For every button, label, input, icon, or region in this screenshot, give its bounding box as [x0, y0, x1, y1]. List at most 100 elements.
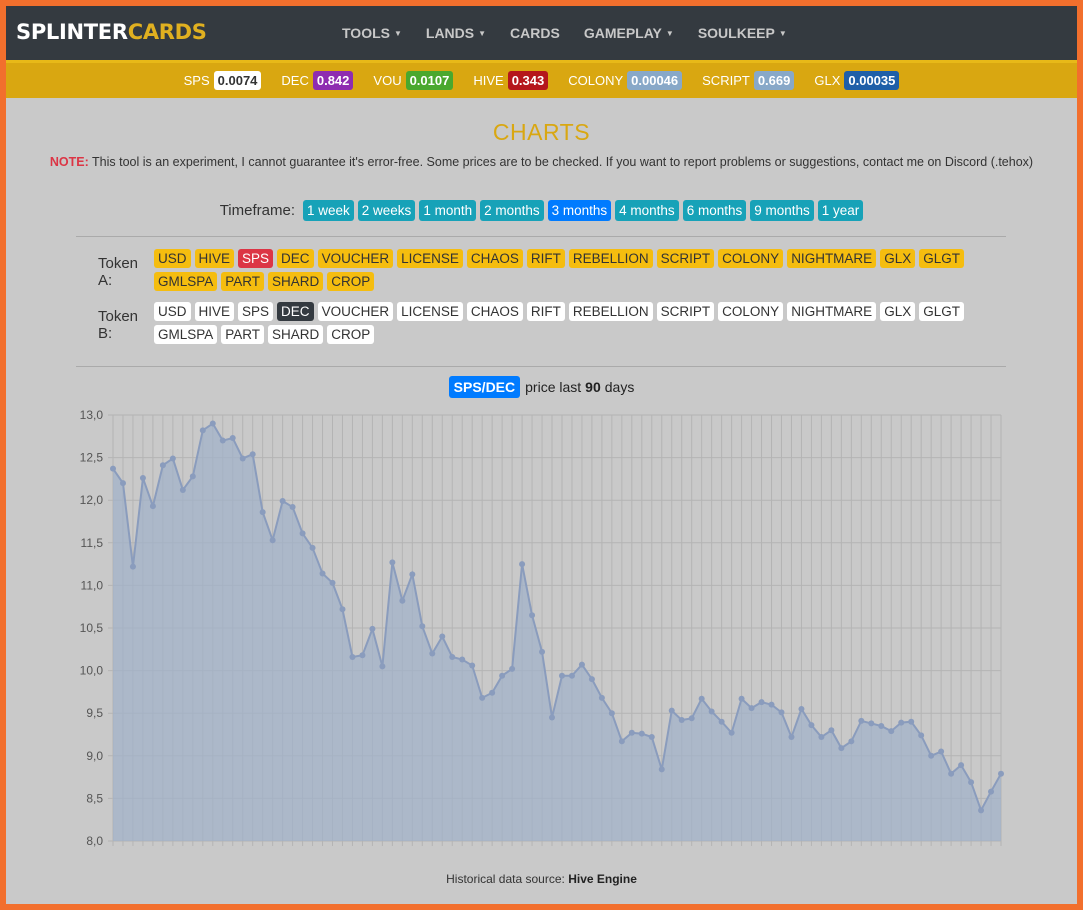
token-a-rebellion-button[interactable]: REBELLION: [568, 249, 653, 268]
token-a-colony-button[interactable]: COLONY: [718, 249, 784, 268]
chart-title-mid: price last: [525, 379, 582, 395]
ticker-vou: VOU 0.0107: [373, 71, 454, 90]
token-b-rebellion-button[interactable]: REBELLION: [568, 302, 653, 321]
data-point: [698, 695, 705, 702]
token-b-voucher-button[interactable]: VOUCHER: [317, 302, 394, 321]
token-b-gmlspa-button[interactable]: GMLSPA: [154, 325, 218, 344]
brand-logo[interactable]: SPLINTERCARDS: [16, 20, 207, 44]
token-a-crop-button[interactable]: CROP: [327, 272, 375, 291]
data-point: [958, 762, 965, 769]
ticker-value: 0.669: [753, 71, 795, 90]
token-b-hive-button[interactable]: HIVE: [194, 302, 235, 321]
data-point: [399, 597, 406, 604]
token-a-shard-button[interactable]: SHARD: [268, 272, 324, 291]
caret-down-icon: ▼: [393, 28, 402, 38]
token-a-part-button[interactable]: PART: [221, 272, 265, 291]
nav-gameplay[interactable]: GAMEPLAY ▼: [584, 25, 674, 41]
token-a-license-button[interactable]: LICENSE: [397, 249, 463, 268]
data-point: [549, 714, 556, 721]
y-tick-label: 13,0: [80, 408, 104, 422]
data-point: [588, 676, 595, 683]
token-b-shard-button[interactable]: SHARD: [268, 325, 324, 344]
data-point: [129, 563, 136, 570]
token-a-glgt-button[interactable]: GLGT: [919, 249, 964, 268]
data-point: [788, 734, 795, 741]
token-b-part-button[interactable]: PART: [221, 325, 265, 344]
ticker-value: 0.0107: [405, 71, 454, 90]
token-a-usd-button[interactable]: USD: [154, 249, 191, 268]
token-b-dec-button[interactable]: DEC: [277, 302, 314, 321]
token-a-gmlspa-button[interactable]: GMLSPA: [154, 272, 218, 291]
token-b-glgt-button[interactable]: GLGT: [919, 302, 964, 321]
data-point: [868, 720, 875, 727]
timeframe-label: Timeframe:: [219, 202, 295, 219]
data-point: [728, 729, 735, 736]
token-a-chaos-button[interactable]: CHAOS: [466, 249, 523, 268]
token-a-glx-button[interactable]: GLX: [880, 249, 916, 268]
data-point: [159, 462, 166, 469]
caret-down-icon: ▼: [665, 28, 674, 38]
timeframe-6-months-button[interactable]: 6 months: [682, 200, 747, 221]
data-point: [618, 738, 625, 745]
price-area: [113, 423, 1001, 841]
token-b-script-button[interactable]: SCRIPT: [656, 302, 715, 321]
data-point: [648, 734, 655, 741]
data-point: [828, 727, 835, 734]
token-b-colony-button[interactable]: COLONY: [718, 302, 784, 321]
data-point: [189, 473, 196, 480]
data-point: [289, 504, 296, 511]
data-point: [169, 455, 176, 462]
data-point: [219, 437, 226, 444]
data-point: [718, 718, 725, 725]
timeframe-3-months-button[interactable]: 3 months: [547, 200, 612, 221]
token-a-voucher-button[interactable]: VOUCHER: [317, 249, 394, 268]
token-a-sps-button[interactable]: SPS: [238, 249, 274, 268]
data-point: [239, 455, 246, 462]
data-point: [329, 579, 336, 586]
token-b-usd-button[interactable]: USD: [154, 302, 191, 321]
data-point: [110, 465, 116, 472]
token-b-chaos-button[interactable]: CHAOS: [466, 302, 523, 321]
token-a-nightmare-button[interactable]: NIGHTMARE: [787, 249, 877, 268]
data-point: [259, 509, 266, 516]
token-a-dec-button[interactable]: DEC: [277, 249, 314, 268]
token-a-script-button[interactable]: SCRIPT: [656, 249, 715, 268]
ticker-value: 0.842: [312, 71, 354, 90]
nav-lands[interactable]: LANDS ▼: [426, 25, 486, 41]
price-chart[interactable]: 13,0 12,5 12,0 11,5 11,0 10,5 10,0 9,5 9,0 8,5 8,0: [6, 401, 1077, 856]
data-point: [279, 498, 286, 505]
data-point: [529, 612, 536, 619]
timeframe-2-months-button[interactable]: 2 months: [480, 200, 544, 221]
token-b-label: Token B:: [98, 308, 139, 342]
nav-soulkeep[interactable]: SOULKEEP ▼: [698, 25, 787, 41]
token-b-crop-button[interactable]: CROP: [327, 325, 375, 344]
y-tick-label: 8,0: [86, 834, 103, 848]
nav-tools[interactable]: TOOLS ▼: [342, 25, 402, 41]
data-point: [568, 672, 575, 679]
data-point: [888, 728, 895, 735]
timeframe-1-month-button[interactable]: 1 month: [419, 200, 477, 221]
nav-menu: TOOLS ▼ LANDS ▼ CARDS GAMEPLAY ▼ SOULKEEP ▼: [342, 6, 811, 60]
timeframe-9-months-button[interactable]: 9 months: [750, 200, 814, 221]
token-b-rift-button[interactable]: RIFT: [526, 302, 565, 321]
data-point: [918, 732, 925, 739]
timeframe-4-months-button[interactable]: 4 months: [615, 200, 679, 221]
data-point: [199, 427, 206, 434]
nav-cards[interactable]: CARDS: [510, 25, 560, 41]
data-point: [758, 699, 765, 706]
data-point: [858, 717, 865, 724]
token-b-nightmare-button[interactable]: NIGHTMARE: [787, 302, 877, 321]
y-tick-label: 10,0: [80, 664, 104, 678]
ticker-value: 0.00046: [627, 71, 683, 90]
token-a-rift-button[interactable]: RIFT: [526, 249, 565, 268]
data-point: [968, 779, 975, 786]
token-b-sps-button[interactable]: SPS: [238, 302, 274, 321]
token-b-license-button[interactable]: LICENSE: [397, 302, 463, 321]
token-b-glx-button[interactable]: GLX: [880, 302, 916, 321]
timeframe-1-week-button[interactable]: 1 week: [303, 200, 354, 221]
source-label: Historical data source:: [446, 872, 565, 886]
token-a-hive-button[interactable]: HIVE: [194, 249, 235, 268]
timeframe-2-weeks-button[interactable]: 2 weeks: [357, 200, 416, 221]
timeframe-1-year-button[interactable]: 1 year: [817, 200, 864, 221]
data-point: [778, 709, 785, 716]
